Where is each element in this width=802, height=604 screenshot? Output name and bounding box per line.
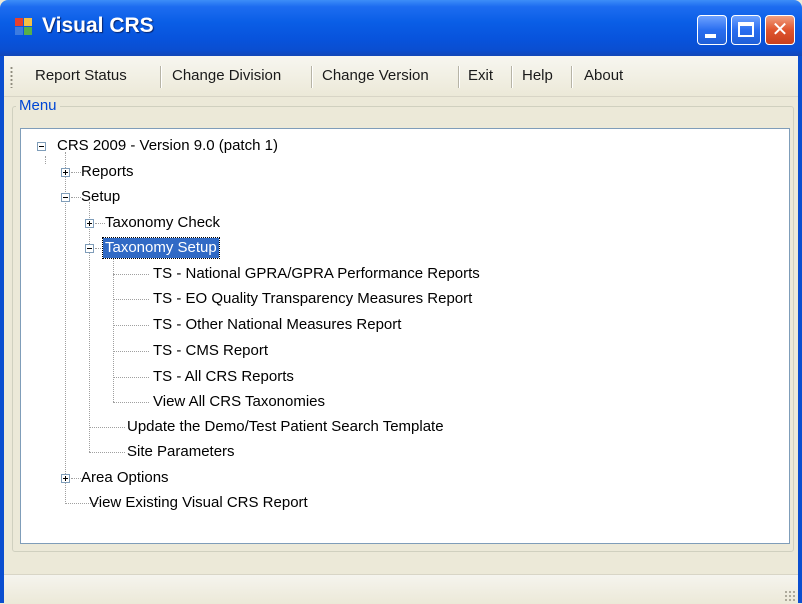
tree-node-taxonomy-setup[interactable]: Taxonomy Setup xyxy=(102,237,220,259)
tree-node-reports[interactable]: Reports xyxy=(81,162,134,182)
minimize-button[interactable] xyxy=(697,15,727,45)
app-icon xyxy=(15,18,33,36)
collapse-toggle-icon[interactable] xyxy=(85,244,94,253)
tree-node-area-options[interactable]: Area Options xyxy=(81,468,169,488)
tree-connector xyxy=(71,197,81,198)
menu-separator xyxy=(160,66,161,88)
expand-toggle-icon[interactable] xyxy=(61,474,70,483)
menu-report-status[interactable]: Report Status xyxy=(35,56,127,96)
tree-node-ts-all-crs[interactable]: TS - All CRS Reports xyxy=(153,367,294,387)
menu-treeview[interactable]: CRS 2009 - Version 9.0 (patch 1) Reports… xyxy=(20,128,790,544)
tree-connector xyxy=(95,223,105,224)
window-title: Visual CRS xyxy=(42,14,154,37)
expand-toggle-icon[interactable] xyxy=(85,219,94,228)
tree-connector xyxy=(89,427,125,428)
tree-connector xyxy=(113,351,149,352)
tree-connector xyxy=(89,202,90,452)
window-border-right xyxy=(798,56,802,603)
tree-node-taxonomy-check[interactable]: Taxonomy Check xyxy=(105,213,220,233)
menu-about[interactable]: About xyxy=(584,56,623,96)
tree-connector xyxy=(71,478,81,479)
tree-node-ts-national-gpra[interactable]: TS - National GPRA/GPRA Performance Repo… xyxy=(153,264,480,284)
tree-connector xyxy=(113,325,149,326)
menu-group-label: Menu xyxy=(16,97,60,115)
menu-separator xyxy=(311,66,312,88)
close-icon: ✕ xyxy=(771,19,789,41)
tree-connector xyxy=(113,274,149,275)
tree-node-view-all-taxonomies[interactable]: View All CRS Taxonomies xyxy=(153,392,325,412)
tree-connector xyxy=(71,172,81,173)
size-grip-icon[interactable] xyxy=(784,590,796,602)
menu-separator xyxy=(571,66,572,88)
menu-separator xyxy=(458,66,459,88)
tree-connector xyxy=(89,452,125,453)
visual-crs-window: Visual CRS ✕ Report Status Change Divisi… xyxy=(0,0,802,604)
maximize-button[interactable] xyxy=(731,15,761,45)
menu-change-division[interactable]: Change Division xyxy=(172,56,281,96)
menu-separator xyxy=(511,66,512,88)
close-button[interactable]: ✕ xyxy=(765,15,795,45)
minimize-icon xyxy=(705,34,716,38)
tree-connector xyxy=(45,156,46,164)
menu-help[interactable]: Help xyxy=(522,56,553,96)
tree-connector xyxy=(113,299,149,300)
menu-exit[interactable]: Exit xyxy=(468,56,493,96)
menu-grip-icon[interactable] xyxy=(10,66,13,88)
collapse-toggle-icon[interactable] xyxy=(37,142,46,151)
tree-node-view-existing-report[interactable]: View Existing Visual CRS Report xyxy=(89,493,308,513)
maximize-icon xyxy=(738,22,754,37)
tree-node-site-parameters[interactable]: Site Parameters xyxy=(127,442,235,462)
status-bar xyxy=(4,574,798,604)
tree-node-crs-root[interactable]: CRS 2009 - Version 9.0 (patch 1) xyxy=(57,136,278,156)
tree-node-update-demo-template[interactable]: Update the Demo/Test Patient Search Temp… xyxy=(127,417,444,437)
title-bar[interactable]: Visual CRS ✕ xyxy=(0,0,802,56)
expand-toggle-icon[interactable] xyxy=(61,168,70,177)
window-border-left xyxy=(0,56,4,603)
tree-node-ts-eo-quality[interactable]: TS - EO Quality Transparency Measures Re… xyxy=(153,289,472,309)
tree-node-ts-cms[interactable]: TS - CMS Report xyxy=(153,341,268,361)
menu-bar: Report Status Change Division Change Ver… xyxy=(4,56,798,97)
tree-connector xyxy=(113,402,149,403)
tree-node-ts-other-national[interactable]: TS - Other National Measures Report xyxy=(153,315,401,335)
tree-connector xyxy=(65,152,66,502)
menu-change-version[interactable]: Change Version xyxy=(322,56,429,96)
tree-connector xyxy=(113,377,149,378)
tree-node-setup[interactable]: Setup xyxy=(81,187,120,207)
collapse-toggle-icon[interactable] xyxy=(61,193,70,202)
